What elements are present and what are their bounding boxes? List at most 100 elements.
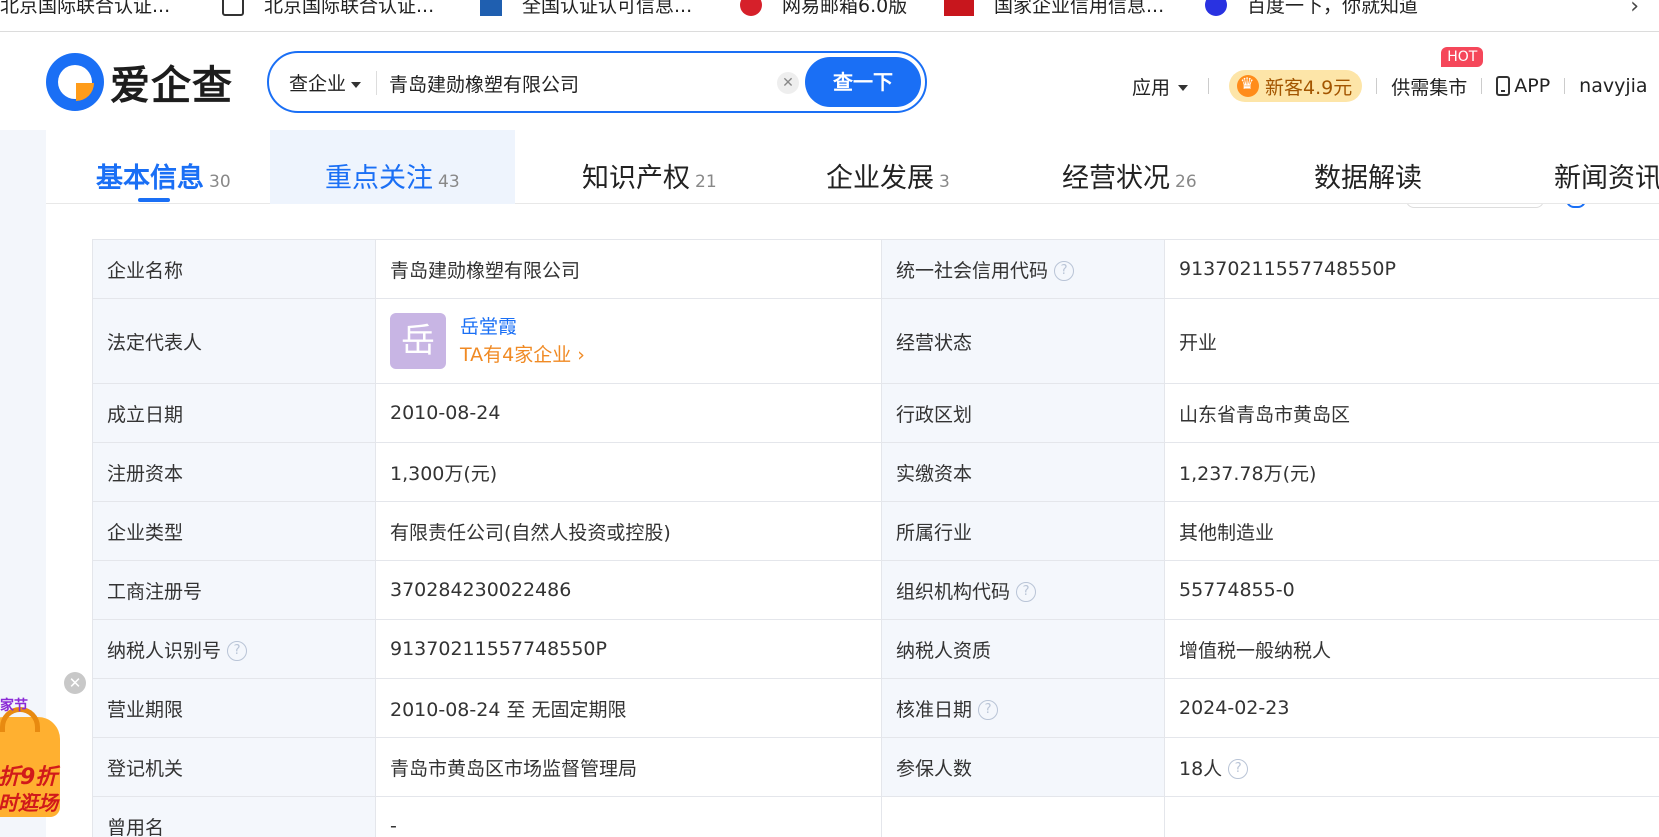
tab-count: 30	[209, 172, 231, 192]
help-icon[interactable]: ?	[1054, 261, 1075, 281]
tab-label: 新闻资讯	[1554, 163, 1659, 194]
company-type-value: 有限责任公司(自然人投资或控股)	[375, 501, 882, 561]
logo[interactable]: 爱企查	[46, 52, 236, 112]
search-type-label: 查企业	[289, 73, 347, 95]
avatar[interactable]: 岳	[390, 313, 446, 369]
table-row: 工商注册号 370284230022486 组织机构代码? 55774855-0	[92, 560, 1659, 620]
tab-data-insight[interactable]: 数据解读	[1314, 130, 1422, 204]
industry-label: 所属行业	[881, 501, 1165, 561]
status-label: 经营状态	[881, 298, 1165, 384]
basic-info-table: 企业名称 青岛建勋橡塑有限公司 统一社会信用代码? 91370211557748…	[92, 239, 1659, 837]
label-text: 纳税人识别号	[107, 639, 222, 662]
header-nav: 应用 新客4.9元 供需集市 HOT APP navyjia	[1132, 46, 1648, 102]
legal-rep-name-link[interactable]: 岳堂霞	[460, 313, 585, 341]
page-icon	[222, 0, 244, 16]
help-icon[interactable]: ?	[978, 700, 999, 720]
tab-label: 数据解读	[1314, 163, 1422, 194]
insured-label: 参保人数	[881, 737, 1165, 797]
tab-development[interactable]: 企业发展 3	[826, 130, 950, 204]
legal-rep-card: 岳 岳堂霞 TA有4家企业 ›	[390, 313, 867, 369]
help-icon[interactable]: ?	[227, 641, 248, 661]
insured-value: 18人?	[1164, 737, 1659, 797]
table-row: 营业期限 2010-08-24 至 无固定期限 核准日期? 2024-02-23	[92, 678, 1659, 738]
divider	[1376, 78, 1378, 94]
cnca-icon	[480, 0, 502, 16]
bookmarks-bar: 北京国际联合认证... 北京国际联合认证... 全国认证认可信息... 网易邮箱…	[0, 0, 1659, 32]
founded-value: 2010-08-24	[375, 383, 882, 443]
taxpayer-qual-label: 纳税人资质	[881, 619, 1165, 679]
bookmark-label: 国家企业信用信息...	[994, 0, 1165, 17]
search-input[interactable]	[389, 65, 789, 101]
tab-count: 26	[1175, 172, 1197, 192]
region-label: 行政区划	[881, 383, 1165, 443]
legal-rep-value: 岳 岳堂霞 TA有4家企业 ›	[375, 298, 882, 384]
table-row: 注册资本 1,300万(元) 实缴资本 1,237.78万(元)	[92, 442, 1659, 502]
tab-news[interactable]: 新闻资讯	[1554, 130, 1659, 204]
tab-count: 21	[695, 172, 717, 192]
label-text: 统一社会信用代码	[896, 259, 1049, 282]
close-icon[interactable]: ✕	[64, 672, 86, 694]
bookmark-item[interactable]: 北京国际联合认证...	[222, 0, 434, 18]
user-name[interactable]: navyjia	[1579, 75, 1647, 97]
bookmark-label: 百度一下，你就知道	[1247, 0, 1419, 17]
region-value: 山东省青岛市黄岛区	[1164, 383, 1659, 443]
search-type-select[interactable]: 查企业	[289, 69, 362, 96]
reg-no-label: 工商注册号	[92, 560, 376, 620]
company-name-label: 企业名称	[92, 239, 376, 299]
table-row: 登记机关 青岛市黄岛区市场监督管理局 参保人数 18人?	[92, 737, 1659, 797]
help-icon[interactable]: ?	[1228, 759, 1249, 779]
tab-operations[interactable]: 经营状况 26	[1062, 130, 1197, 204]
supply-label: 供需集市	[1391, 76, 1468, 99]
divider	[1481, 78, 1483, 94]
legal-rep-companies-link[interactable]: TA有4家企业 ›	[460, 341, 585, 369]
app-label: APP	[1514, 75, 1551, 97]
empty-cell	[1164, 796, 1659, 837]
bookmark-item[interactable]: 北京国际联合认证...	[0, 0, 170, 18]
table-row: 纳税人识别号? 91370211557748550P 纳税人资质 增值税一般纳税…	[92, 619, 1659, 679]
bookmark-item[interactable]: 百度一下，你就知道	[1205, 0, 1418, 18]
authority-label: 登记机关	[92, 737, 376, 797]
caret-down-icon	[351, 81, 362, 88]
vip-offer-button[interactable]: 新客4.9元	[1229, 70, 1363, 102]
status-value: 开业	[1164, 298, 1659, 384]
paid-capital-value: 1,237.78万(元)	[1164, 442, 1659, 502]
search-button[interactable]: 查一下	[805, 57, 921, 107]
table-row: 曾用名 -	[92, 796, 1659, 837]
chevron-right-icon[interactable]: ›	[1630, 0, 1639, 19]
divider	[1564, 78, 1566, 94]
phone-icon	[1496, 76, 1511, 96]
approval-label: 核准日期?	[881, 678, 1165, 738]
active-tab-indicator	[138, 198, 170, 202]
main-content: 基本信息 30 重点关注 43 知识产权 21 企业发展 3 经营状况 26 数据解读 新…	[46, 130, 1659, 837]
supply-market-link[interactable]: 供需集市 HOT	[1391, 46, 1484, 100]
tab-basic-info[interactable]: 基本信息 30	[96, 130, 231, 204]
founded-label: 成立日期	[92, 383, 376, 443]
app-download-link[interactable]: APP	[1496, 75, 1550, 97]
gsxt-icon	[944, 0, 974, 16]
apps-menu[interactable]: 应用	[1132, 73, 1189, 100]
divider	[376, 71, 377, 95]
tab-label: 基本信息	[96, 163, 204, 194]
bookmark-item[interactable]: 全国认证认可信息...	[480, 0, 692, 18]
former-name-label: 曾用名	[92, 796, 376, 837]
authority-value: 青岛市黄岛区市场监督管理局	[375, 737, 882, 797]
tab-key-focus[interactable]: 重点关注 43	[270, 130, 515, 204]
empty-cell	[881, 796, 1165, 837]
help-icon[interactable]: ?	[1016, 582, 1037, 602]
promo-widget[interactable]: 家节 折9折 时逛场	[0, 695, 64, 837]
clear-icon[interactable]: ✕	[777, 72, 799, 94]
bookmark-item[interactable]: 网易邮箱6.0版	[740, 0, 907, 18]
term-value: 2010-08-24 至 无固定期限	[375, 678, 882, 738]
company-type-label: 企业类型	[92, 501, 376, 561]
site-header: 爱企查 查企业 ✕ 查一下 应用 新客4.9元 供需集市 HOT APP navy…	[0, 32, 1659, 130]
baidu-icon	[1205, 0, 1227, 16]
divider	[1208, 78, 1210, 94]
approval-value: 2024-02-23	[1164, 678, 1659, 738]
table-row: 企业类型 有限责任公司(自然人投资或控股) 所属行业 其他制造业	[92, 501, 1659, 561]
crown-icon	[1237, 74, 1260, 97]
taxpayer-id-value: 91370211557748550P	[375, 619, 882, 679]
apps-label: 应用	[1132, 76, 1171, 99]
bookmark-item[interactable]: 国家企业信用信息...	[944, 0, 1164, 18]
tab-label: 重点关注	[325, 163, 433, 194]
tab-ip[interactable]: 知识产权 21	[582, 130, 717, 204]
